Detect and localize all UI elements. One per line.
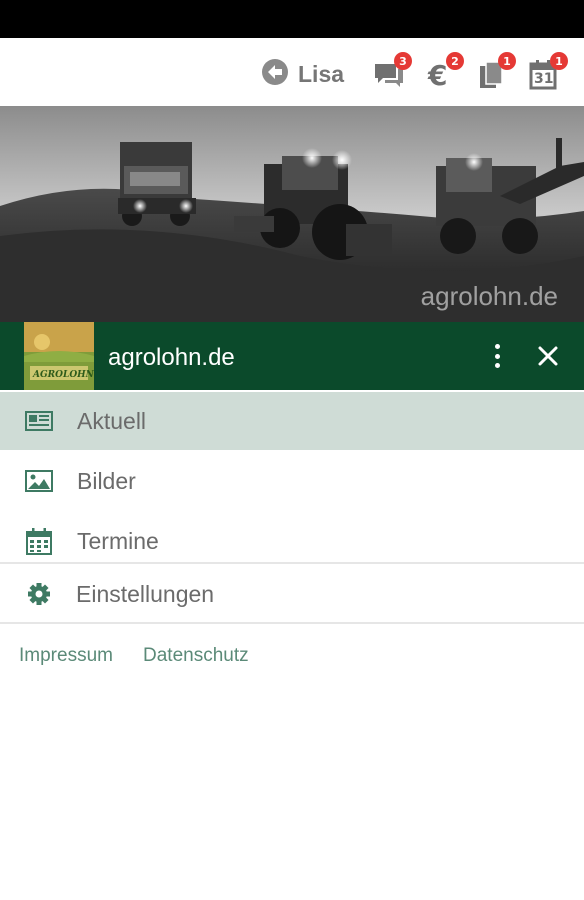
user-name: Lisa bbox=[298, 60, 345, 87]
hero-watermark: agrolohn.de bbox=[420, 281, 558, 311]
more-dot bbox=[494, 353, 500, 359]
more-dot bbox=[494, 344, 500, 349]
user-switch[interactable]: Lisa bbox=[260, 58, 344, 90]
more-options-button[interactable] bbox=[484, 340, 510, 372]
impressum-link[interactable]: Impressum bbox=[19, 645, 113, 667]
divider bbox=[0, 622, 584, 624]
nav-label-bilder: Bilder bbox=[77, 467, 136, 494]
image-icon bbox=[24, 466, 54, 496]
euro-icon[interactable]: € 2 bbox=[424, 52, 464, 92]
svg-text:AGROLOHN: AGROLOHN bbox=[32, 370, 94, 380]
account-name: agrolohn.de bbox=[108, 344, 235, 371]
nav-item-aktuell[interactable]: Aktuell bbox=[0, 392, 584, 450]
messages-badge: 3 bbox=[394, 52, 412, 70]
euro-badge: 2 bbox=[446, 52, 464, 70]
gear-icon bbox=[24, 579, 54, 609]
datenschutz-link[interactable]: Datenschutz bbox=[143, 645, 249, 667]
divider bbox=[0, 562, 584, 564]
hero-image: agrolohn.de bbox=[0, 106, 584, 322]
nav-label-einstellungen: Einstellungen bbox=[76, 580, 215, 607]
calendar-badge: 1 bbox=[550, 52, 568, 70]
nav-item-einstellungen[interactable]: Einstellungen bbox=[0, 565, 584, 623]
nav-item-bilder[interactable]: Bilder bbox=[0, 452, 584, 510]
account-logo: AGROLOHN bbox=[24, 322, 94, 390]
messages-icon[interactable]: 3 bbox=[372, 52, 412, 92]
calendar-day: 31 bbox=[534, 71, 554, 87]
documents-badge: 1 bbox=[498, 52, 516, 70]
newspaper-icon bbox=[24, 406, 54, 436]
nav-label-termine: Termine bbox=[77, 527, 159, 554]
account-bar: AGROLOHN agrolohn.de bbox=[0, 322, 584, 390]
nav-label-aktuell: Aktuell bbox=[77, 407, 147, 434]
status-bar bbox=[0, 0, 584, 38]
documents-icon[interactable]: 1 bbox=[476, 52, 516, 92]
more-dot bbox=[494, 363, 500, 368]
calendar-top-icon[interactable]: 31 1 bbox=[528, 52, 568, 92]
calendar-icon bbox=[24, 526, 54, 556]
close-icon[interactable] bbox=[534, 342, 562, 370]
svg-text:€: € bbox=[427, 59, 447, 92]
sync-icon bbox=[260, 57, 290, 92]
